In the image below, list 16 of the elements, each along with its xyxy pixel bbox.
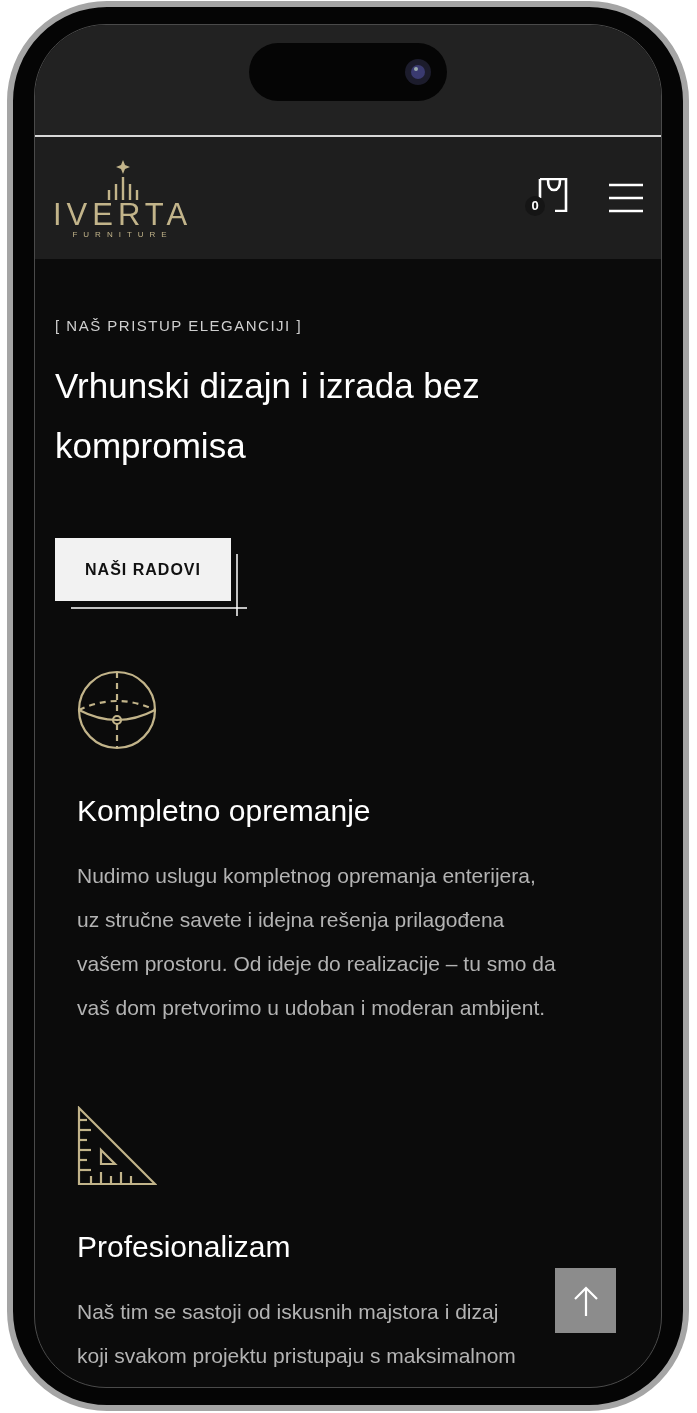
hero-title: Vrhunski dizajn i izrada bez kompromisa [55,365,481,467]
arrow-up-icon [572,1285,599,1316]
cart-count: 0 [525,196,545,216]
feature-description: Naš tim se sastoji od iskusnih majstora i dizaj koji svakom projektu pristupaju s maksimalnom [77,1299,516,1369]
feature-title: Kompletno opremanje [77,794,372,828]
sphere-icon [77,670,157,750]
camera-icon [403,57,433,87]
feature-title: Profesionalizam [77,1230,292,1264]
section-label: [ NAŠ PRISTUP ELEGANCIJI ] [55,317,304,334]
feature-description: Nudimo uslugu kompletnog opremanja enterijera, uz stručne savete i idejna rešenja prilagođena vašem prostoru. Od ideje do realizacije – tu smo da vaš dom pretvorimo u udoban i moderan ambijent. [77,863,556,1021]
menu-icon[interactable] [609,183,643,213]
works-button[interactable]: NAŠI RADOVI [55,538,231,601]
logo[interactable]: IVERTA FURNITURE [53,160,193,240]
shopping-bag-icon [537,178,569,212]
cart-button[interactable]: 0 [525,178,569,218]
scroll-top-button[interactable] [555,1268,616,1333]
